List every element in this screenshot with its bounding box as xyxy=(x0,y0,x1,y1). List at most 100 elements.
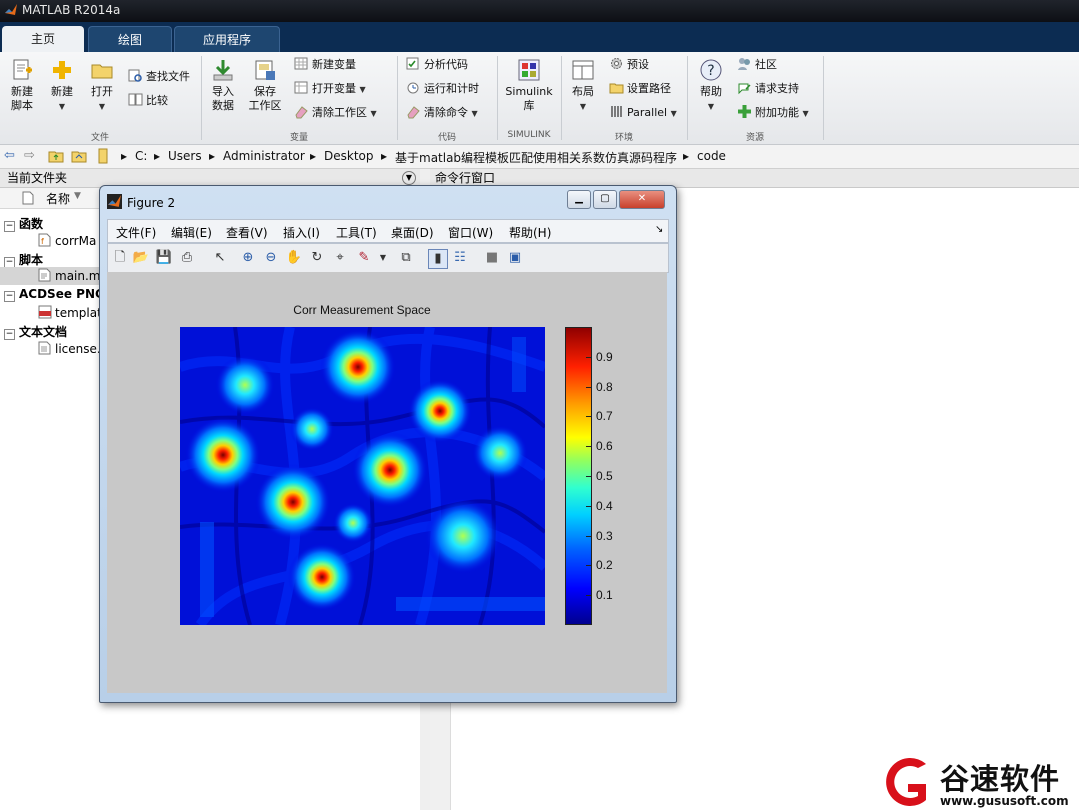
list-item-selected[interactable]: main.m xyxy=(0,267,104,285)
analyze-code-button[interactable]: 分析代码 xyxy=(406,56,468,74)
new-script-button[interactable]: 新建 脚本 xyxy=(4,58,40,113)
save-ws-label1: 保存 xyxy=(254,85,276,98)
find-files-button[interactable]: 查找文件 xyxy=(128,68,190,86)
figure-window[interactable]: Figure 2 ▁ ▢ ✕ 文件(F) 编辑(E) 查看(V) 插入(I) 工… xyxy=(99,185,677,703)
show-plot-tools-icon[interactable]: ▣ xyxy=(506,249,524,267)
pan-icon[interactable]: ✋ xyxy=(285,249,303,267)
print-icon[interactable]: ⎙ xyxy=(178,249,196,267)
up-folder-icon[interactable] xyxy=(48,148,64,164)
list-item[interactable]: license. xyxy=(38,341,101,356)
link-plot-icon[interactable]: ⧉ xyxy=(397,249,415,267)
help-dropdown-icon[interactable]: ▼ xyxy=(708,102,714,111)
insert-legend-icon[interactable]: ☷ xyxy=(451,249,469,267)
browse-folder-icon[interactable] xyxy=(71,148,87,164)
menu-edit[interactable]: 编辑(E) xyxy=(171,224,212,241)
open-dropdown-icon[interactable]: ▼ xyxy=(99,102,105,111)
request-support-button[interactable]: 请求支持 xyxy=(737,80,799,98)
forward-arrow-icon[interactable]: ⇨ xyxy=(24,148,35,163)
set-path-button[interactable]: 设置路径 xyxy=(609,80,671,98)
close-button[interactable]: ✕ xyxy=(619,190,665,209)
dock-arrow-icon[interactable]: ↘ xyxy=(655,224,663,235)
insert-colorbar-icon[interactable]: ▮ xyxy=(428,249,448,269)
plot-title: Corr Measurement Space xyxy=(293,303,431,317)
peak-mark xyxy=(215,355,275,415)
help-button[interactable]: ? 帮助 ▼ xyxy=(694,58,728,114)
brush-icon[interactable]: ✎ xyxy=(355,249,373,267)
maximize-button[interactable]: ▢ xyxy=(593,190,617,209)
menu-view[interactable]: 查看(V) xyxy=(226,224,268,241)
save-workspace-button[interactable]: 保存 工作区 xyxy=(245,58,285,113)
layout-dropdown-icon[interactable]: ▼ xyxy=(580,102,586,111)
minimize-button[interactable]: ▁ xyxy=(567,190,591,209)
run-and-time-button[interactable]: 运行和计时 xyxy=(406,80,479,98)
figure-canvas[interactable]: Corr Measurement Space 0.1 0.2 0.3 0.4 0… xyxy=(107,272,667,693)
import-label2: 数据 xyxy=(212,99,234,112)
path-crumb[interactable]: code xyxy=(697,149,726,163)
colorbar-tick-label: 0.6 xyxy=(596,439,613,454)
path-crumb[interactable]: 基于matlab编程模板匹配使用相关系数仿真源码程序 xyxy=(395,149,677,166)
new-button[interactable]: 新建 ▼ xyxy=(44,58,80,114)
new-variable-label: 新建变量 xyxy=(312,58,356,71)
open-file-icon[interactable]: 📂 xyxy=(132,249,150,267)
ribbon: 新建 脚本 新建 ▼ 打开 ▼ 查找文件 比较 文件 导入 数据 保存 工作区 … xyxy=(0,52,1079,145)
group-text-docs[interactable]: − 文本文档 xyxy=(4,323,67,340)
simulink-library-button[interactable]: Simulink 库 xyxy=(503,58,555,113)
menu-desktop[interactable]: 桌面(D) xyxy=(391,224,434,241)
file-column-icon xyxy=(22,191,34,205)
menu-tools[interactable]: 工具(T) xyxy=(336,224,377,241)
collapse-icon[interactable]: − xyxy=(4,291,15,302)
zoom-out-icon[interactable]: ⊖ xyxy=(262,249,280,267)
addons-button[interactable]: 附加功能 ▼ xyxy=(737,104,809,122)
panel-menu-icon[interactable]: ▼ xyxy=(402,171,416,185)
save-icon[interactable]: 💾 xyxy=(155,249,173,267)
name-column-label[interactable]: 名称 xyxy=(46,190,70,207)
sort-arrow-icon[interactable]: ▼ xyxy=(74,191,81,201)
group-label-resources: 资源 xyxy=(745,133,764,143)
menu-insert[interactable]: 插入(I) xyxy=(283,224,320,241)
run-and-time-label: 运行和计时 xyxy=(424,82,479,95)
community-button[interactable]: 社区 xyxy=(737,56,777,74)
import-data-button[interactable]: 导入 数据 xyxy=(205,58,241,113)
menu-file[interactable]: 文件(F) xyxy=(116,224,156,241)
new-figure-icon[interactable]: 🗋 xyxy=(111,249,129,267)
new-dropdown-icon[interactable]: ▼ xyxy=(59,102,65,111)
layout-button[interactable]: 布局 ▼ xyxy=(566,58,600,114)
collapse-icon[interactable]: − xyxy=(4,221,15,232)
back-arrow-icon[interactable]: ⇦ xyxy=(4,148,15,163)
list-item[interactable]: templat xyxy=(38,305,102,320)
path-crumb[interactable]: Desktop xyxy=(324,149,374,163)
open-button[interactable]: 打开 ▼ xyxy=(84,58,120,114)
group-functions[interactable]: − 函数 xyxy=(4,215,43,232)
collapse-icon[interactable]: − xyxy=(4,329,15,340)
zoom-in-icon[interactable]: ⊕ xyxy=(239,249,257,267)
svg-text:f: f xyxy=(41,237,44,246)
heatmap-plot[interactable] xyxy=(180,327,545,625)
preferences-button[interactable]: 预设 xyxy=(609,56,649,74)
data-cursor-icon[interactable]: ⌖ xyxy=(331,249,349,267)
rotate-3d-icon[interactable]: ↻ xyxy=(308,249,326,267)
group-png[interactable]: − ACDSee PNG xyxy=(4,287,105,302)
pointer-icon[interactable]: ↖ xyxy=(211,249,229,267)
open-variable-button[interactable]: 打开变量 ▼ xyxy=(294,80,366,98)
clear-workspace-button[interactable]: 清除工作区 ▼ xyxy=(294,104,377,122)
list-item[interactable]: f corrMa xyxy=(38,233,96,248)
path-crumb[interactable]: Users xyxy=(168,149,202,163)
parallel-button[interactable]: Parallel ▼ xyxy=(609,104,677,122)
menu-window[interactable]: 窗口(W) xyxy=(448,224,493,241)
group-scripts[interactable]: − 脚本 xyxy=(4,251,43,268)
path-crumb[interactable]: Administrator xyxy=(223,149,305,163)
clear-commands-button[interactable]: 清除命令 ▼ xyxy=(406,104,478,122)
tab-home[interactable]: 主页 xyxy=(2,26,84,52)
path-crumb[interactable]: C: xyxy=(135,149,147,163)
menu-help[interactable]: 帮助(H) xyxy=(509,224,551,241)
hide-plot-tools-icon[interactable]: ■ xyxy=(483,249,501,267)
new-variable-button[interactable]: 新建变量 xyxy=(294,56,356,74)
set-path-label: 设置路径 xyxy=(627,82,671,95)
file-name: templat xyxy=(55,306,102,320)
file-name: corrMa xyxy=(55,234,97,248)
tab-apps[interactable]: 应用程序 xyxy=(174,26,280,53)
brush-dropdown-icon[interactable]: ▼ xyxy=(374,249,392,267)
addons-label: 附加功能 xyxy=(755,106,799,119)
compare-button[interactable]: 比较 xyxy=(128,92,168,110)
tab-plots[interactable]: 绘图 xyxy=(88,26,172,53)
